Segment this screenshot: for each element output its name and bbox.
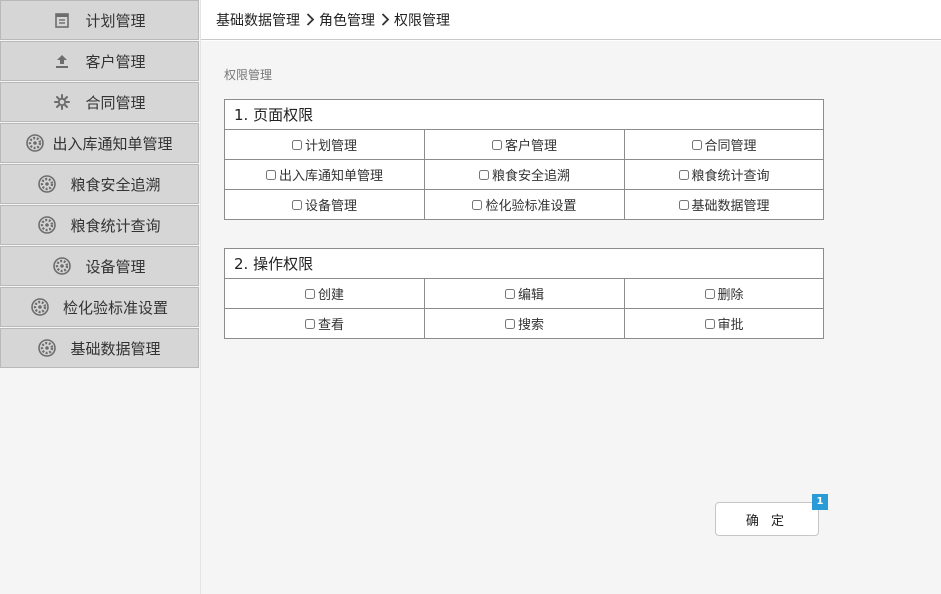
permission-label: 审批	[717, 318, 744, 333]
permission-checkbox[interactable]	[704, 288, 715, 299]
gear-icon	[53, 257, 72, 275]
upload-icon	[53, 52, 71, 70]
sidebar-item-base-data[interactable]: 基础数据管理	[0, 328, 199, 368]
sidebar-item-plan[interactable]: 计划管理	[0, 0, 199, 40]
permission-option[interactable]: 设备管理	[291, 195, 357, 214]
sidebar-item-label: 客户管理	[85, 52, 146, 71]
permission-option[interactable]: 客户管理	[491, 135, 557, 154]
sidebar-item-label: 粮食安全追溯	[70, 175, 161, 194]
permission-option[interactable]: 查看	[304, 314, 344, 333]
permission-option[interactable]: 粮食安全追溯	[478, 165, 570, 184]
permission-option[interactable]: 搜索	[504, 314, 544, 333]
permission-option[interactable]: 粮食统计查询	[678, 165, 770, 184]
sidebar-item-contract[interactable]: 合同管理	[0, 82, 199, 122]
permission-checkbox[interactable]	[478, 169, 489, 180]
sidebar-item-label: 合同管理	[85, 93, 146, 112]
permission-checkbox[interactable]	[504, 288, 515, 299]
permission-checkbox[interactable]	[691, 139, 702, 150]
permission-option[interactable]: 计划管理	[291, 135, 357, 154]
breadcrumb-item-permission[interactable]: 权限管理	[394, 10, 450, 30]
permission-option[interactable]: 编辑	[504, 284, 544, 303]
permission-checkbox[interactable]	[504, 318, 515, 329]
operation-permission-table: 2. 操作权限 创建 编辑 删除 查看 搜索 审批	[223, 248, 825, 339]
sidebar-item-label: 基础数据管理	[70, 339, 161, 358]
breadcrumb-item-role[interactable]: 角色管理	[319, 10, 375, 30]
permission-checkbox[interactable]	[678, 169, 689, 180]
sidebar-item-inout-notice[interactable]: 出入库通知单管理	[0, 123, 199, 163]
permission-checkbox[interactable]	[291, 199, 302, 210]
gear-icon	[26, 134, 45, 152]
permission-checkbox[interactable]	[704, 318, 715, 329]
app-window: 计划管理 客户管理 合同管理 出入库通知单管理 粮食安全追溯 粮食统计查询 设备…	[0, 0, 941, 594]
permission-label: 检化验标准设置	[485, 199, 577, 214]
sidebar-item-label: 设备管理	[85, 257, 146, 276]
gear-icon	[38, 339, 57, 357]
permission-label: 基础数据管理	[691, 199, 770, 214]
permission-option[interactable]: 出入库通知单管理	[265, 165, 383, 184]
permission-checkbox[interactable]	[472, 199, 483, 210]
permission-option[interactable]: 检化验标准设置	[472, 195, 577, 214]
sidebar-item-customer[interactable]: 客户管理	[0, 41, 199, 81]
permission-label: 客户管理	[504, 139, 557, 154]
chevron-right-icon	[305, 13, 315, 27]
gear-icon	[38, 216, 57, 234]
sidebar-item-label: 出入库通知单管理	[52, 134, 173, 153]
permission-label: 查看	[317, 318, 344, 333]
sidebar-item-inspection-standard[interactable]: 检化验标准设置	[0, 287, 199, 327]
calendar-icon	[53, 11, 71, 29]
permission-checkbox[interactable]	[678, 199, 689, 210]
permission-label: 编辑	[517, 288, 544, 303]
operation-permission-title: 2. 操作权限	[223, 248, 825, 279]
permission-option[interactable]: 删除	[704, 284, 744, 303]
permission-checkbox[interactable]	[304, 288, 315, 299]
permission-label: 删除	[717, 288, 744, 303]
sidebar-item-grain-stats[interactable]: 粮食统计查询	[0, 205, 199, 245]
permission-option[interactable]: 基础数据管理	[678, 195, 770, 214]
permission-option[interactable]: 创建	[304, 284, 344, 303]
permission-checkbox[interactable]	[304, 318, 315, 329]
permission-checkbox[interactable]	[491, 139, 502, 150]
confirm-button[interactable]: 确 定	[715, 502, 819, 536]
page-permission-title: 1. 页面权限	[223, 99, 825, 130]
gear-icon	[38, 175, 57, 193]
step-badge: 1	[812, 494, 828, 510]
section-title: 权限管理	[224, 68, 273, 82]
permission-option[interactable]: 审批	[704, 314, 744, 333]
permission-label: 搜索	[517, 318, 544, 333]
permission-label: 合同管理	[704, 139, 757, 154]
permission-label: 创建	[317, 288, 344, 303]
sidebar: 计划管理 客户管理 合同管理 出入库通知单管理 粮食安全追溯 粮食统计查询 设备…	[0, 0, 201, 594]
gear-icon	[31, 298, 49, 316]
permission-label: 粮食统计查询	[691, 169, 770, 184]
page-permission-table: 1. 页面权限 计划管理 客户管理 合同管理 出入库通知单管理 粮食安全追溯 粮…	[223, 99, 825, 220]
sidebar-item-label: 粮食统计查询	[70, 216, 161, 235]
sidebar-item-label: 计划管理	[85, 11, 146, 30]
sidebar-item-equipment[interactable]: 设备管理	[0, 246, 199, 286]
permission-label: 粮食安全追溯	[491, 169, 570, 184]
permission-checkbox[interactable]	[265, 169, 276, 180]
main-content: 权限管理 1. 页面权限 计划管理 客户管理 合同管理 出入库通知单管理 粮食安…	[201, 41, 941, 594]
sidebar-item-grain-trace[interactable]: 粮食安全追溯	[0, 164, 199, 204]
breadcrumb: 基础数据管理 角色管理 权限管理	[201, 0, 941, 40]
sidebar-item-label: 检化验标准设置	[62, 298, 168, 317]
permission-checkbox[interactable]	[291, 139, 302, 150]
breadcrumb-item-base-data[interactable]: 基础数据管理	[216, 10, 300, 30]
gear-icon	[53, 93, 71, 111]
permission-option[interactable]: 合同管理	[691, 135, 757, 154]
sidebar-menu: 计划管理 客户管理 合同管理 出入库通知单管理 粮食安全追溯 粮食统计查询 设备…	[0, 0, 199, 369]
permission-label: 计划管理	[304, 139, 357, 154]
permission-label: 出入库通知单管理	[278, 169, 383, 184]
permission-label: 设备管理	[304, 199, 357, 214]
chevron-right-icon	[380, 13, 390, 27]
